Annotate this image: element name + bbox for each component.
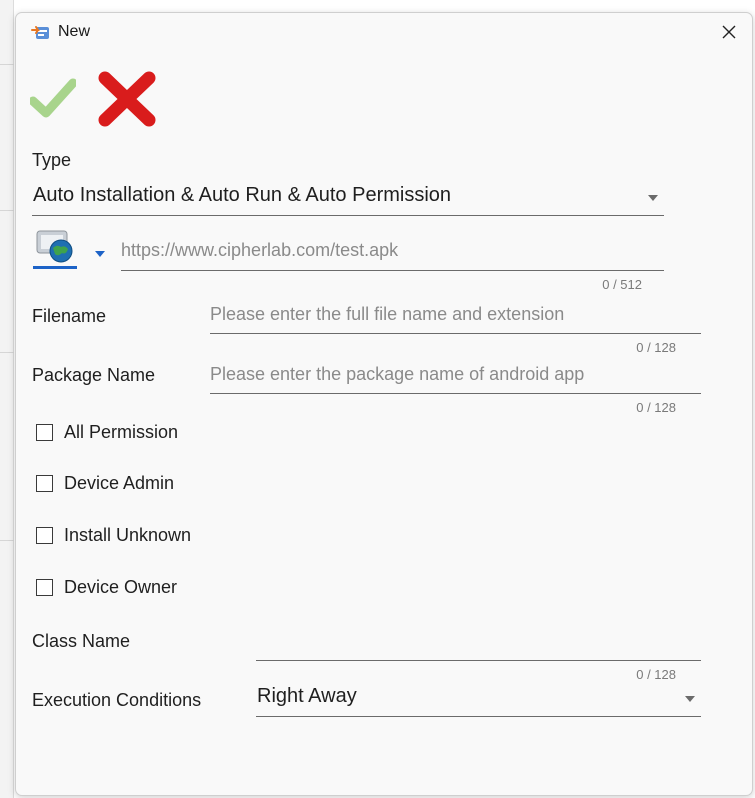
source-type-picker[interactable] (32, 229, 106, 269)
checkbox-label: All Permission (64, 421, 179, 442)
execution-conditions-value: Right Away (257, 685, 357, 707)
close-icon (722, 25, 736, 39)
chevron-down-icon (648, 195, 658, 201)
dialog-titlebar: New (16, 13, 752, 53)
class-name-input[interactable] (256, 627, 701, 661)
device-owner-checkbox[interactable]: Device Owner (36, 574, 177, 600)
close-button[interactable] (706, 13, 752, 51)
package-name-char-counter: 0 / 128 (636, 400, 676, 415)
new-dialog: New Type Auto Installation & Auto Run & … (15, 12, 753, 796)
all-permission-checkbox[interactable]: All Permission (36, 419, 178, 445)
package-name-label: Package Name (32, 365, 156, 385)
background-divider (0, 64, 14, 65)
background-app-edge (0, 0, 14, 798)
filename-char-counter: 0 / 128 (636, 340, 676, 355)
dialog-title: New (58, 23, 91, 40)
filename-input[interactable] (210, 302, 701, 334)
class-name-label: Class Name (32, 631, 131, 651)
type-select-value: Auto Installation & Auto Run & Auto Perm… (33, 184, 452, 206)
checkbox-box[interactable] (36, 474, 53, 492)
url-input[interactable] (121, 237, 664, 271)
checkbox-box[interactable] (36, 526, 53, 544)
background-divider (0, 352, 14, 353)
type-label: Type (32, 150, 72, 170)
filename-label: Filename (32, 306, 107, 326)
package-name-input[interactable] (210, 362, 701, 394)
cancel-button[interactable] (96, 71, 158, 127)
checkbox-label: Device Owner (64, 576, 178, 597)
source-picker-underline (33, 266, 77, 269)
checkbox-box[interactable] (36, 423, 53, 441)
install-unknown-checkbox[interactable]: Install Unknown (36, 522, 191, 548)
chevron-down-icon (685, 696, 695, 702)
type-select[interactable]: Auto Installation & Auto Run & Auto Perm… (32, 178, 664, 216)
background-divider (0, 210, 14, 211)
checkbox-label: Install Unknown (64, 524, 192, 545)
web-download-icon (36, 230, 73, 263)
checkbox-box[interactable] (36, 578, 53, 596)
execution-conditions-select[interactable]: Right Away (256, 679, 701, 717)
confirm-button[interactable] (28, 75, 78, 121)
execution-conditions-label: Execution Conditions (32, 690, 202, 710)
background-divider (0, 540, 14, 541)
checkbox-label: Device Admin (64, 472, 175, 493)
new-package-icon (31, 26, 49, 39)
device-admin-checkbox[interactable]: Device Admin (36, 470, 174, 496)
url-char-counter: 0 / 512 (602, 277, 642, 292)
checkmark-icon (28, 78, 78, 118)
cross-icon (98, 71, 156, 127)
source-picker-chevron-icon[interactable] (95, 251, 105, 257)
